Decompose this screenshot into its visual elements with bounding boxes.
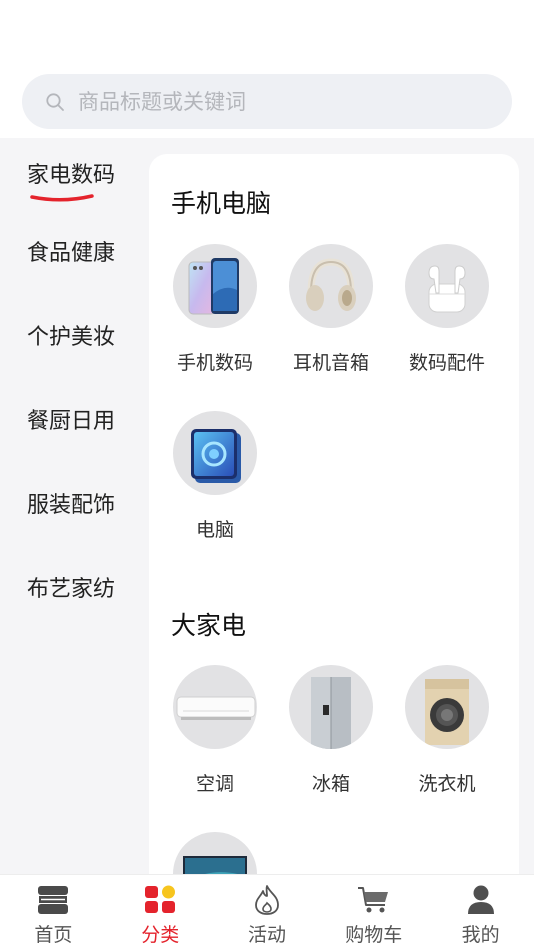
- tab-cart[interactable]: 购物车: [320, 875, 427, 950]
- sidebar-item-personal-care[interactable]: 个护美妆: [0, 295, 148, 379]
- search-bar[interactable]: [22, 74, 512, 129]
- category-label: 数码配件: [408, 352, 485, 374]
- category-digital-accessories[interactable]: 数码配件: [389, 244, 505, 375]
- section-title: 大家电: [171, 611, 247, 640]
- sidebar-item-food-health[interactable]: 食品健康: [0, 211, 148, 295]
- category-computers[interactable]: 电脑: [157, 411, 273, 542]
- category-label: 手机数码: [176, 352, 253, 374]
- search-icon: [44, 91, 66, 113]
- search-input[interactable]: [78, 89, 478, 114]
- sidebar-item-label: 食品健康: [27, 241, 116, 266]
- home-icon: [36, 884, 70, 916]
- category-page: 家电数码 食品健康 个护美妆 餐厨日用 服装配饰 布艺家纺 手机电脑: [0, 0, 534, 950]
- sidebar-item-label: 服装配饰: [27, 493, 116, 518]
- search-header: [0, 0, 534, 138]
- tv-image-icon: [173, 832, 257, 874]
- earbuds-image-icon: [405, 244, 489, 328]
- sidebar-item-apparel[interactable]: 服装配饰: [0, 463, 148, 547]
- category-label: 洗衣机: [418, 773, 476, 795]
- user-icon: [464, 884, 498, 916]
- tab-label: 首页: [34, 924, 73, 946]
- cart-icon: [357, 884, 391, 916]
- category-panel: 手机电脑 手机数码 耳机音箱 数码配件 电脑 大家电 空调 冰箱 洗衣机: [149, 154, 519, 874]
- category-phones[interactable]: 手机数码: [157, 244, 273, 375]
- fridge-image-icon: [289, 665, 373, 749]
- tab-label: 购物车: [345, 924, 403, 946]
- category-sidebar: 家电数码 食品健康 个护美妆 餐厨日用 服装配饰 布艺家纺: [0, 138, 148, 631]
- tab-label: 分类: [141, 924, 180, 946]
- sidebar-item-label: 家电数码: [27, 162, 116, 188]
- sidebar-item-label: 布艺家纺: [27, 577, 116, 602]
- tab-activity[interactable]: 活动: [214, 875, 321, 950]
- phone-image-icon: [173, 244, 257, 328]
- bottom-tab-bar: 首页 分类 活动 购物车 我的: [0, 874, 534, 950]
- washing-machine-image-icon: [405, 665, 489, 749]
- sidebar-item-label: 个护美妆: [27, 325, 116, 350]
- sidebar-item-label: 餐厨日用: [27, 409, 116, 434]
- category-refrigerator[interactable]: 冰箱: [273, 665, 389, 796]
- air-conditioner-image-icon: [173, 665, 257, 749]
- category-content: 家电数码 食品健康 个护美妆 餐厨日用 服装配饰 布艺家纺 手机电脑 手机数码 …: [0, 138, 534, 874]
- tab-profile[interactable]: 我的: [427, 875, 534, 950]
- category-tv[interactable]: [157, 832, 273, 874]
- category-label: 耳机音箱: [292, 352, 369, 374]
- flame-icon: [250, 884, 284, 916]
- section-title: 手机电脑: [171, 189, 272, 218]
- sidebar-item-appliances-digital[interactable]: 家电数码: [0, 138, 148, 211]
- category-label: 电脑: [195, 519, 234, 541]
- category-label: 冰箱: [311, 773, 350, 795]
- tab-label: 我的: [461, 924, 500, 946]
- tab-label: 活动: [247, 924, 286, 946]
- headphones-image-icon: [289, 244, 373, 328]
- category-headphones[interactable]: 耳机音箱: [273, 244, 389, 375]
- category-washing-machine[interactable]: 洗衣机: [389, 665, 505, 796]
- sidebar-item-home-textiles[interactable]: 布艺家纺: [0, 547, 148, 631]
- sidebar-item-kitchen[interactable]: 餐厨日用: [0, 379, 148, 463]
- category-label: 空调: [195, 773, 234, 795]
- category-icon: [143, 884, 177, 916]
- tab-home[interactable]: 首页: [0, 875, 107, 950]
- active-underline-icon: [30, 194, 94, 202]
- tablet-image-icon: [173, 411, 257, 495]
- category-air-conditioner[interactable]: 空调: [157, 665, 273, 796]
- tab-category[interactable]: 分类: [107, 875, 214, 950]
